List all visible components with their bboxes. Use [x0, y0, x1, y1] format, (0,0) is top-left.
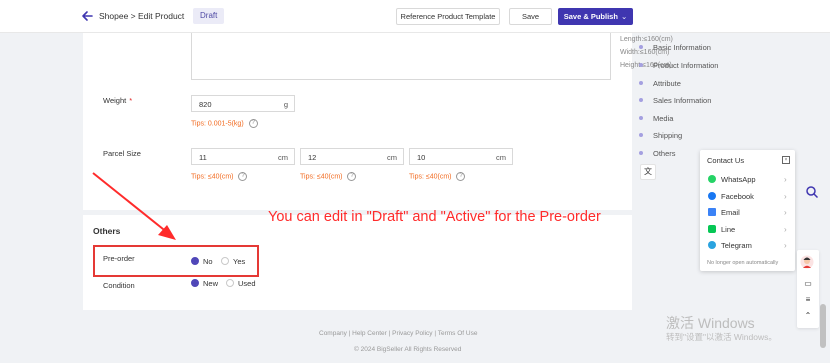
contact-email-label: Email — [721, 208, 740, 217]
parcel-length-input[interactable]: 11 cm — [191, 148, 295, 165]
chevron-right-icon: › — [784, 241, 787, 250]
facebook-icon — [708, 192, 716, 200]
contact-title: Contact Us — [707, 156, 745, 165]
parcel-length-tip-text: Tips: ≤40(cm) — [191, 173, 234, 181]
nav-item-shipping[interactable]: Shipping — [638, 131, 683, 140]
top-bar: Shopee > Edit Product Draft Reference Pr… — [0, 0, 830, 33]
required-mark: * — [129, 96, 133, 105]
condition-used-radio[interactable]: Used — [226, 279, 256, 288]
back-arrow-icon[interactable] — [80, 9, 94, 23]
translate-icon[interactable]: 文 — [640, 164, 656, 180]
contact-facebook[interactable]: Facebook › — [708, 192, 787, 201]
email-icon — [708, 208, 716, 216]
chevron-right-icon: › — [784, 175, 787, 184]
weight-tip-text: Tips: 0.001-5(kg) — [191, 120, 244, 128]
others-section-title: Others — [93, 226, 121, 236]
parcel-height-tip-text: Tips: ≤40(cm) — [409, 173, 452, 181]
contact-facebook-label: Facebook — [721, 192, 754, 201]
breadcrumb: Shopee > Edit Product — [99, 11, 185, 21]
condition-new-radio[interactable]: New — [191, 279, 218, 288]
nav-item-label: Sales Information — [653, 96, 712, 105]
note-icon[interactable]: ≡ — [803, 295, 813, 305]
contact-line[interactable]: Line › — [708, 225, 787, 234]
radio-selected-icon — [191, 279, 199, 287]
parcel-height-tip: Tips: ≤40(cm)? — [409, 172, 466, 181]
search-icon[interactable] — [805, 185, 819, 199]
dimension-description-box[interactable]: Length:≤160(cm) Width:≤160(cm) Height:≤1… — [191, 33, 673, 80]
parcel-width-value: 12 — [308, 153, 317, 162]
chat-icon[interactable]: ▭ — [803, 279, 813, 289]
contact-panel: Contact Us × WhatsApp › Facebook › Email › … — [700, 150, 795, 271]
windows-watermark-title: 激活 Windows — [666, 315, 755, 331]
help-icon[interactable]: ? — [456, 172, 466, 181]
weight-unit: g — [283, 100, 288, 109]
help-icon[interactable]: ? — [347, 172, 357, 181]
condition-used-label: Used — [238, 279, 256, 288]
condition-new-label: New — [203, 279, 219, 288]
nav-item-others[interactable]: Others — [639, 149, 676, 158]
help-icon[interactable]: ? — [238, 172, 248, 181]
contact-line-label: Line — [721, 225, 736, 234]
page-scrollbar[interactable] — [820, 304, 826, 348]
nav-item-sales-information[interactable]: Sales Information — [638, 96, 712, 105]
nav-item-label: Others — [653, 149, 676, 158]
condition-label: Condition — [103, 281, 135, 290]
weight-value: 820 — [199, 100, 212, 109]
whatsapp-icon — [708, 175, 716, 183]
nav-item-label: Product Information — [653, 61, 719, 70]
footer-links-text[interactable]: Company | Help Center | Privacy Policy |… — [319, 330, 499, 337]
radio-unselected-icon — [226, 279, 234, 287]
contact-whatsapp-label: WhatsApp — [721, 175, 756, 184]
reference-template-button[interactable]: Reference Product Template — [396, 8, 500, 25]
chevron-right-icon: › — [784, 208, 787, 217]
parcel-length-tip: Tips: ≤40(cm)? — [191, 172, 248, 181]
parcel-width-tip: Tips: ≤40(cm)? — [300, 172, 357, 181]
status-badge: Draft — [193, 8, 225, 24]
nav-item-media[interactable]: Media — [638, 114, 674, 123]
parcel-size-label: Parcel Size — [103, 149, 141, 158]
chevron-down-icon: ⌄ — [620, 12, 628, 21]
parcel-width-unit: cm — [387, 153, 397, 162]
save-publish-button[interactable]: Save & Publish ⌄ — [558, 8, 633, 25]
nav-item-label: Basic Information — [653, 43, 711, 52]
parcel-height-input[interactable]: 10 cm — [409, 148, 513, 165]
parcel-width-tip-text: Tips: ≤40(cm) — [300, 173, 343, 181]
nav-item-basic-information[interactable]: Basic Information — [639, 43, 711, 52]
contact-telegram[interactable]: Telegram › — [708, 241, 787, 250]
weight-label-text: Weight — [103, 96, 127, 105]
weight-label: Weight * — [103, 96, 132, 105]
chevron-right-icon: › — [784, 225, 787, 234]
length-hint: Length:≤160(cm) — [620, 36, 673, 43]
nav-item-label: Shipping — [653, 131, 683, 140]
nav-item-label: Attribute — [653, 79, 681, 88]
telegram-icon — [708, 241, 716, 249]
line-icon — [708, 225, 716, 233]
parcel-width-input[interactable]: 12 cm — [300, 148, 404, 165]
parcel-height-value: 10 — [417, 153, 426, 162]
contact-email[interactable]: Email › — [708, 208, 787, 217]
weight-tip: Tips: 0.001-5(kg)? — [191, 119, 258, 128]
minimize-icon[interactable]: × — [782, 156, 790, 164]
save-button[interactable]: Save — [509, 8, 552, 25]
chevron-right-icon: › — [784, 192, 787, 201]
help-icon[interactable]: ? — [248, 119, 258, 128]
preorder-highlight-box — [93, 245, 259, 277]
save-publish-label: Save & Publish — [563, 12, 618, 21]
windows-watermark-subtitle: 转到"设置"以激活 Windows。 — [666, 332, 777, 342]
contact-footer-note: No longer open automatically — [707, 260, 779, 266]
back-to-top-icon[interactable]: ⌃ — [803, 311, 813, 321]
nav-item-product-information[interactable]: Product Information — [638, 61, 719, 70]
nav-item-label: Media — [653, 114, 674, 123]
support-avatar-icon[interactable] — [800, 255, 814, 269]
contact-whatsapp[interactable]: WhatsApp › — [708, 175, 787, 184]
parcel-length-unit: cm — [278, 153, 288, 162]
contact-telegram-label: Telegram — [721, 241, 752, 250]
footer-copyright: © 2024 BigSeller All Rights Reserved — [354, 346, 462, 353]
weight-input[interactable]: 820 g — [191, 95, 295, 112]
annotation-text: You can edit in "Draft" and "Active" for… — [268, 209, 601, 225]
parcel-length-value: 11 — [199, 153, 207, 162]
nav-item-attribute[interactable]: Attribute — [639, 79, 681, 88]
parcel-height-unit: cm — [496, 153, 506, 162]
shipping-card: Length:≤160(cm) Width:≤160(cm) Height:≤1… — [83, 33, 673, 210]
